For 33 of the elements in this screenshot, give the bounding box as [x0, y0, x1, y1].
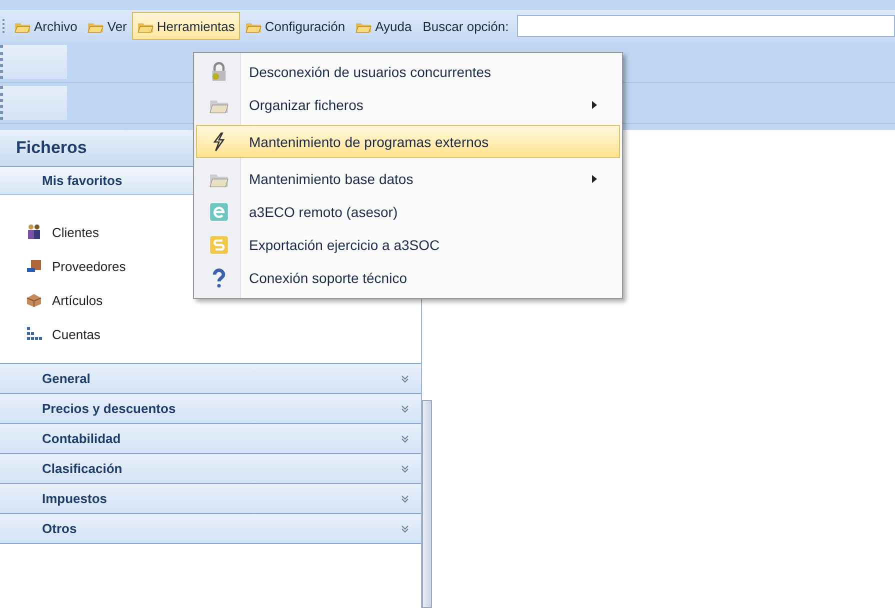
menu-item[interactable]: Configuración: [240, 12, 350, 40]
group-header[interactable]: Contabilidad: [0, 423, 421, 453]
box-icon: [26, 292, 42, 308]
box-icon: [26, 258, 42, 274]
group-header[interactable]: Precios y descuentos: [0, 393, 421, 423]
menubar-grip[interactable]: [2, 18, 5, 34]
toolbar-panel: [0, 86, 67, 120]
group-header[interactable]: Clasificación: [0, 453, 421, 483]
splitter[interactable]: [422, 400, 432, 608]
favorite-item[interactable]: Cuentas: [52, 326, 100, 342]
group-header[interactable]: Impuestos: [0, 483, 421, 513]
menu-item[interactable]: Ayuda: [350, 12, 417, 40]
people-icon: [26, 224, 42, 240]
letter-e-icon: [209, 202, 229, 222]
menu-item[interactable]: Ver: [82, 12, 132, 40]
menu-item[interactable]: Archivo: [9, 12, 82, 40]
toolbar-panel: [0, 45, 67, 79]
numbers-icon: [26, 326, 42, 342]
search-field[interactable]: [516, 15, 895, 37]
menu-option[interactable]: Organizar ficheros: [196, 88, 620, 121]
search-label: Buscar opción:: [422, 18, 509, 34]
menu-option[interactable]: Exportación ejercicio a a3SOC: [196, 228, 620, 261]
group-header[interactable]: General: [0, 363, 421, 393]
menu-option[interactable]: Conexión soporte técnico: [196, 261, 620, 294]
menu-option[interactable]: Desconexión de usuarios concurrentes: [196, 55, 620, 88]
menu-item[interactable]: Herramientas: [132, 12, 240, 40]
favorite-item[interactable]: Artículos: [52, 292, 103, 308]
letter-s-icon: [209, 234, 229, 254]
group-header[interactable]: Otros: [0, 513, 421, 544]
favorite-item[interactable]: Proveedores: [52, 258, 126, 274]
menu-option[interactable]: a3ECO remoto (asesor): [196, 195, 620, 228]
favorite-item[interactable]: Clientes: [52, 224, 99, 240]
menu-option[interactable]: Mantenimiento de programas externos: [196, 125, 620, 158]
